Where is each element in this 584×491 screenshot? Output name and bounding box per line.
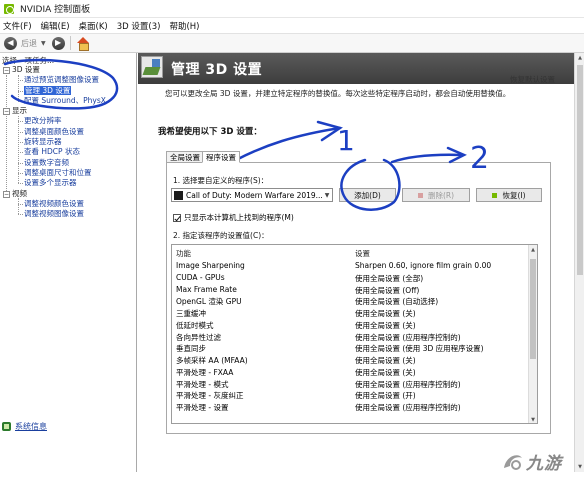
- collapse-icon[interactable]: −: [3, 67, 10, 74]
- scroll-up-icon[interactable]: ▲: [576, 54, 584, 62]
- program-select-value: Call of Duty: Modern Warfare 2019...: [186, 190, 322, 200]
- window-title: NVIDIA 控制面板: [20, 5, 91, 15]
- table-row[interactable]: 各向异性过滤 使用全局设置 (应用程序控制的): [172, 331, 528, 343]
- sidebar-item-video-image[interactable]: 调整视频图像设置: [0, 209, 137, 219]
- restore-defaults-link[interactable]: 恢复默认设置: [510, 74, 555, 85]
- forward-arrow-icon[interactable]: ▶: [51, 36, 65, 50]
- table-header: 功能 设置: [172, 245, 528, 258]
- 3d-settings-icon: [141, 56, 163, 78]
- sidebar-item-multiple-displays[interactable]: 设置多个显示器: [0, 178, 137, 188]
- table-row[interactable]: OpenGL 渲染 GPU 使用全局设置 (自动选择): [172, 295, 528, 307]
- task-tree: − 3D 设置 通过预览调整图像设置 管理 3D 设置 配置 Surround、…: [0, 65, 137, 219]
- window-scrollbar[interactable]: ▲ ▼: [574, 53, 584, 472]
- table-row[interactable]: CUDA - GPUs 使用全局设置 (全部): [172, 272, 528, 284]
- remove-icon: [417, 192, 423, 198]
- menu-desktop[interactable]: 桌面(K): [79, 20, 108, 32]
- menu-3d-settings[interactable]: 3D 设置(3): [117, 20, 161, 32]
- page-description: 您可以更改全局 3D 设置，并建立特定程序的替换值。每次这些特定程序启动时，都会…: [165, 89, 511, 98]
- table-row[interactable]: 平滑处理 - 灰度纠正 使用全局设置 (开): [172, 389, 528, 401]
- menu-help[interactable]: 帮助(H): [169, 20, 199, 32]
- page-title: 管理 3D 设置: [171, 62, 263, 78]
- step2-label: 2. 指定该程序的设置值(C)：: [173, 231, 269, 240]
- column-header-feature: 功能: [176, 249, 191, 258]
- annotation-label-1: 1: [337, 124, 355, 157]
- sidebar-item-preview-image[interactable]: 通过预览调整图像设置: [0, 75, 137, 85]
- scroll-up-icon[interactable]: ▲: [529, 246, 537, 254]
- table-body: Image Sharpening Sharpen 0.60, ignore fil…: [172, 260, 528, 413]
- menu-edit[interactable]: 编辑(E): [41, 20, 70, 32]
- chevron-down-icon[interactable]: ▼: [322, 192, 332, 199]
- scroll-down-icon[interactable]: ▼: [576, 463, 584, 471]
- show-found-programs-checkbox[interactable]: 只显示本计算机上找到的程序(M): [173, 212, 294, 223]
- add-button[interactable]: 添加(D): [339, 188, 396, 202]
- system-info[interactable]: 系统信息: [2, 419, 139, 434]
- remove-button[interactable]: 删除(R): [402, 188, 470, 202]
- table-row[interactable]: 低延时模式 使用全局设置 (关): [172, 319, 528, 331]
- table-row[interactable]: 三重缓冲 使用全局设置 (关): [172, 307, 528, 319]
- sidebar-item-digital-audio[interactable]: 设置数字音频: [0, 158, 137, 168]
- sidebar-item-rotate-display[interactable]: 旋转显示器: [0, 137, 137, 147]
- collapse-icon[interactable]: −: [3, 190, 10, 198]
- table-scrollbar[interactable]: ▲ ▼: [528, 245, 537, 423]
- tab-program-settings[interactable]: 程序设置: [202, 151, 240, 163]
- menu-file[interactable]: 文件(F): [3, 20, 32, 32]
- table-row[interactable]: 垂直同步 使用全局设置 (使用 3D 应用程序设置): [172, 342, 528, 354]
- back-button-label[interactable]: 后退: [21, 38, 37, 49]
- section-title: 我希望使用以下 3D 设置：: [158, 127, 262, 137]
- sidebar-item-resolution[interactable]: 更改分辨率: [0, 116, 137, 126]
- annotation-arrowhead: [446, 146, 467, 164]
- page-header: 管理 3D 设置: [138, 53, 574, 84]
- sidebar-item-hdcp[interactable]: 查看 HDCP 状态: [0, 147, 137, 157]
- table-row[interactable]: 多帧采样 AA (MFAA) 使用全局设置 (关): [172, 354, 528, 366]
- sidebar-item-surround-physx[interactable]: 配置 Surround、PhysX: [0, 96, 137, 106]
- table-row[interactable]: Image Sharpening Sharpen 0.60, ignore fil…: [172, 260, 528, 272]
- sidebar-item-manage-3d[interactable]: 管理 3D 设置: [0, 85, 137, 96]
- restore-icon: [492, 192, 498, 198]
- settings-table: 功能 设置 Image Sharpening Sharpen 0.60, igno…: [171, 244, 538, 424]
- annotation-arrowhead: [316, 120, 343, 142]
- toolbar-divider: [69, 36, 71, 50]
- watermark: 九游: [500, 448, 562, 474]
- back-dropdown-icon[interactable]: ▼: [41, 40, 46, 47]
- sidebar-item-desktop-size[interactable]: 调整桌面尺寸和位置: [0, 168, 137, 178]
- toolbar: ◀ 后退 ▼ ▶: [0, 33, 584, 53]
- back-arrow-icon[interactable]: ◀: [4, 36, 17, 50]
- sidebar-item-desktop-color[interactable]: 调整桌面颜色设置: [0, 127, 137, 137]
- checkbox-checked[interactable]: [173, 213, 181, 222]
- watermark-logo-icon: [504, 455, 522, 470]
- sidebar-item-video-color[interactable]: 调整视频颜色设置: [0, 199, 137, 209]
- home-icon[interactable]: [76, 36, 90, 51]
- system-info-icon: [2, 422, 11, 431]
- scroll-down-icon[interactable]: ▼: [529, 416, 537, 423]
- table-row[interactable]: 平滑处理 - 设置 使用全局设置 (应用程序控制的): [172, 401, 528, 413]
- menu-bar: 文件(F) 编辑(E) 桌面(K) 3D 设置(3) 帮助(H): [0, 18, 584, 33]
- task-sidebar: 选择一项任务... − 3D 设置 通过预览调整图像设置 管理 3D 设置 配置…: [0, 53, 137, 472]
- program-select[interactable]: Call of Duty: Modern Warfare 2019... ▼: [171, 188, 333, 202]
- game-icon: [174, 190, 183, 200]
- watermark-text: 九游: [526, 453, 562, 474]
- table-row[interactable]: 平滑处理 - FXAA 使用全局设置 (关): [172, 366, 528, 378]
- system-info-link[interactable]: 系统信息: [15, 421, 47, 432]
- annotation-arrow-to-label2: [390, 153, 464, 164]
- tree-category-3d[interactable]: − 3D 设置: [0, 65, 137, 75]
- column-header-setting: 设置: [355, 249, 370, 258]
- collapse-icon[interactable]: −: [3, 108, 10, 116]
- title-bar: NVIDIA 控制面板: [0, 0, 584, 18]
- tree-category-display[interactable]: − 显示: [0, 106, 137, 116]
- table-scroll-thumb[interactable]: [530, 259, 536, 359]
- table-row[interactable]: Max Frame Rate 使用全局设置 (Off): [172, 284, 528, 296]
- step1-label: 1. 选择要自定义的程序(S)：: [173, 176, 269, 185]
- restore-button[interactable]: 恢复(I): [476, 188, 542, 202]
- tree-category-video[interactable]: − 视频: [0, 189, 137, 199]
- nvidia-logo-icon: [4, 3, 14, 14]
- table-row[interactable]: 平滑处理 - 模式 使用全局设置 (应用程序控制的): [172, 378, 528, 390]
- window-scroll-thumb[interactable]: [577, 65, 583, 275]
